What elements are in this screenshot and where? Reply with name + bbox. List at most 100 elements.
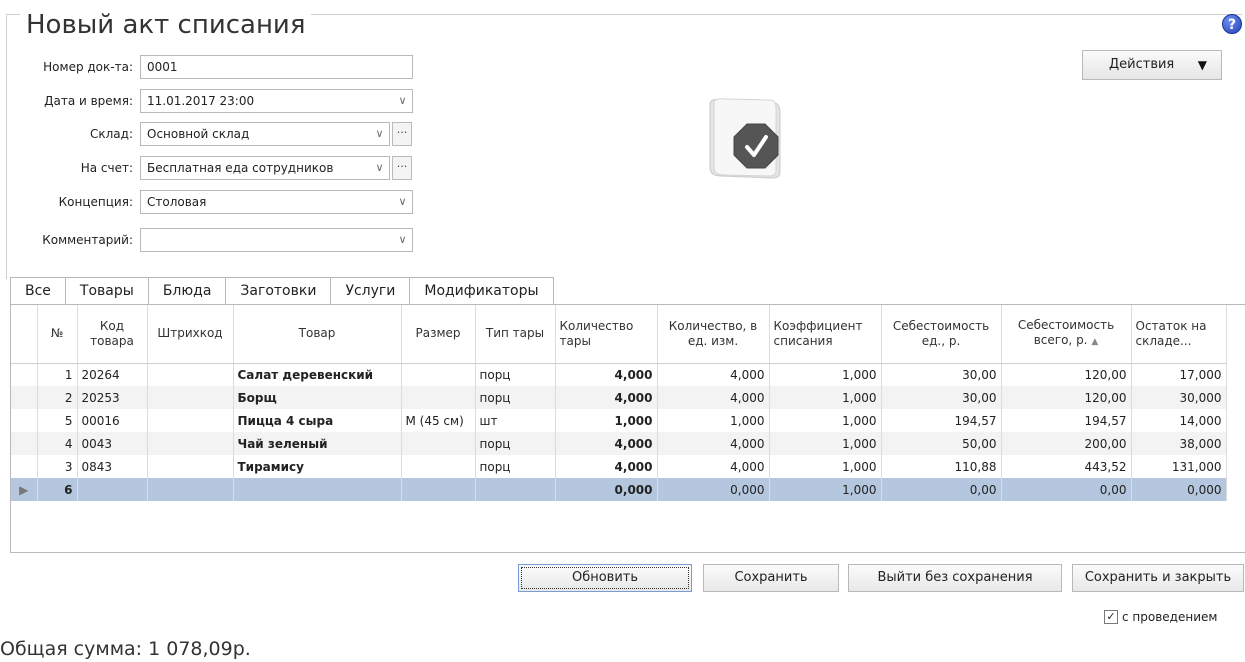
product-name: Тирамису	[233, 455, 402, 478]
size	[401, 386, 476, 409]
pack-quantity: 4,000	[555, 455, 658, 478]
pack-quantity: 4,000	[555, 386, 658, 409]
row-indicator	[11, 386, 38, 409]
product-name: Борщ	[233, 386, 402, 409]
account-value: Бесплатная еда сотрудников	[147, 161, 334, 175]
tab-goods[interactable]: Товары	[65, 277, 149, 305]
refresh-button[interactable]: Обновить	[518, 564, 692, 592]
table-row[interactable]: 5 00016 Пицца 4 сыра M (45 см) шт 1,000 …	[11, 409, 1227, 432]
column-header[interactable]: Размер	[401, 305, 476, 364]
chevron-down-icon[interactable]: ∨	[392, 229, 412, 251]
unit-cost: 30,00	[881, 386, 1002, 409]
pack-type	[475, 478, 556, 501]
pack-type: шт	[475, 409, 556, 432]
unit-quantity: 4,000	[657, 386, 770, 409]
account-select[interactable]: Бесплатная еда сотрудников ∨	[140, 156, 390, 180]
barcode	[147, 409, 234, 432]
row-number: 6	[37, 478, 78, 501]
column-header[interactable]: Себестоимость ед., р.	[881, 305, 1002, 364]
pack-quantity: 4,000	[555, 363, 658, 386]
tab-all[interactable]: Все	[10, 277, 66, 305]
stock-balance: 30,000	[1131, 386, 1227, 409]
actions-label: Действия	[1109, 57, 1175, 72]
account-label: На счет:	[80, 161, 133, 175]
stock-balance: 131,000	[1131, 455, 1227, 478]
comment-field[interactable]: ∨	[140, 228, 413, 252]
size	[401, 432, 476, 455]
table-row[interactable]: 1 20264 Салат деревенский порц 4,000 4,0…	[11, 363, 1227, 386]
column-header[interactable]: Тип тары	[475, 305, 556, 364]
post-document-checkbox[interactable]: ✓	[1104, 610, 1118, 624]
tab-semi-finished[interactable]: Заготовки	[226, 277, 332, 305]
size	[401, 478, 476, 501]
doc-number-field[interactable]: 0001	[140, 55, 413, 79]
stock-balance: 38,000	[1131, 432, 1227, 455]
items-grid[interactable]: № Код товара Штрихкод Товар Размер Тип т…	[10, 304, 1245, 553]
unit-quantity: 1,000	[657, 409, 770, 432]
tab-services[interactable]: Услуги	[331, 277, 411, 305]
chevron-down-icon[interactable]: ∨	[392, 191, 412, 213]
unit-quantity: 4,000	[657, 363, 770, 386]
row-number: 5	[37, 409, 78, 432]
datetime-field[interactable]: 11.01.2017 23:00 ∨	[140, 89, 413, 113]
concept-value: Столовая	[147, 195, 207, 209]
concept-select[interactable]: Столовая ∨	[140, 190, 413, 214]
product-code: 0043	[77, 432, 148, 455]
column-header[interactable]: Штрихкод	[147, 305, 234, 364]
warehouse-select[interactable]: Основной склад ∨	[140, 122, 390, 146]
row-number: 3	[37, 455, 78, 478]
pack-quantity: 1,000	[555, 409, 658, 432]
column-header[interactable]: Код товара	[77, 305, 148, 364]
stock-balance: 17,000	[1131, 363, 1227, 386]
total-cost: 443,52	[1001, 455, 1132, 478]
chevron-down-icon[interactable]: ∨	[392, 90, 412, 112]
chevron-down-icon[interactable]: ∨	[369, 123, 389, 145]
save-button[interactable]: Сохранить	[703, 564, 839, 592]
stock-balance: 14,000	[1131, 409, 1227, 432]
unit-cost: 110,88	[881, 455, 1002, 478]
total-cost: 194,57	[1001, 409, 1132, 432]
column-header[interactable]: №	[37, 305, 78, 364]
warehouse-label: Склад:	[90, 127, 133, 141]
product-code: 20264	[77, 363, 148, 386]
table-row[interactable]: 3 0843 Тирамису порц 4,000 4,000 1,000 1…	[11, 455, 1227, 478]
column-header[interactable]: Коэффициент списания	[769, 305, 882, 364]
page-title: Новый акт списания	[20, 8, 312, 42]
account-browse-button[interactable]: ···	[392, 156, 412, 180]
table-row[interactable]: 4 0043 Чай зеленый порц 4,000 4,000 1,00…	[11, 432, 1227, 455]
product-code: 20253	[77, 386, 148, 409]
write-off-coef: 1,000	[769, 432, 882, 455]
column-header[interactable]: Количество тары	[555, 305, 658, 364]
write-off-coef: 1,000	[769, 455, 882, 478]
column-header[interactable]: Количество, в ед. изм.	[657, 305, 770, 364]
exit-without-saving-button[interactable]: Выйти без сохранения	[848, 564, 1062, 592]
write-off-coef: 1,000	[769, 409, 882, 432]
actions-dropdown-button[interactable]: Действия ▼	[1082, 50, 1222, 80]
items-table: № Код товара Штрихкод Товар Размер Тип т…	[11, 305, 1227, 501]
save-and-close-button[interactable]: Сохранить и закрыть	[1072, 564, 1244, 592]
warehouse-browse-button[interactable]: ···	[392, 122, 412, 146]
pack-type: порц	[475, 386, 556, 409]
pack-type: порц	[475, 363, 556, 386]
total-cost: 120,00	[1001, 386, 1132, 409]
product-code: 0843	[77, 455, 148, 478]
table-row-selected[interactable]: ▶ 6 0,000 0,000 1,000 0,00 0,00 0,000	[11, 478, 1227, 501]
column-header[interactable]: Товар	[233, 305, 402, 364]
total-amount: Общая сумма: 1 078,09р.	[0, 638, 251, 660]
product-name: Салат деревенский	[233, 363, 402, 386]
tab-dishes[interactable]: Блюда	[148, 277, 227, 305]
column-header[interactable]: Остаток на складе...	[1131, 305, 1227, 364]
tab-modifiers[interactable]: Модификаторы	[410, 277, 554, 305]
chevron-down-icon[interactable]: ∨	[369, 157, 389, 179]
product-name	[233, 478, 402, 501]
total-cost: 0,00	[1001, 478, 1132, 501]
triangle-down-icon: ▼	[1197, 58, 1207, 72]
help-icon[interactable]: ?	[1222, 14, 1242, 34]
doc-number-label: Номер док-та:	[43, 60, 133, 74]
datetime-value: 11.01.2017 23:00	[147, 94, 255, 108]
comment-label: Комментарий:	[42, 233, 133, 247]
barcode	[147, 455, 234, 478]
pack-quantity: 0,000	[555, 478, 658, 501]
column-header-sorted[interactable]: Себестоимость всего, р. ▲	[1001, 305, 1132, 364]
table-row[interactable]: 2 20253 Борщ порц 4,000 4,000 1,000 30,0…	[11, 386, 1227, 409]
